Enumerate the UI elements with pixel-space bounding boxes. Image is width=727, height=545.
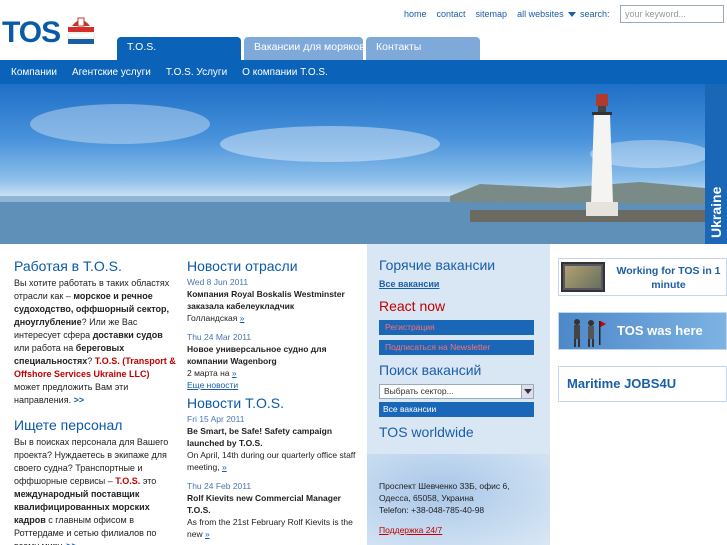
promo-label: Maritime JOBS4U bbox=[567, 376, 677, 391]
company-name: T.O.S. bbox=[115, 476, 141, 486]
working-at-tos-column: Работая в T.O.S. Вы хотите работать в та… bbox=[0, 244, 183, 545]
newsletter-button[interactable]: Подписаться на Newsletter bbox=[379, 340, 534, 355]
news-text: As from the 21st February Rolf Kievits i… bbox=[187, 516, 363, 540]
vacancy-search-heading: Поиск вакансий bbox=[379, 362, 482, 378]
ukraine-label-text: Ukraine bbox=[708, 186, 724, 238]
news-item: Thu 24 Feb 2011 Rolf Kievits new Commerc… bbox=[187, 481, 363, 540]
support-link[interactable]: Поддержка 24/7 bbox=[379, 524, 542, 536]
main-tabs: T.O.S. Вакансии для моряков Контакты bbox=[117, 37, 480, 60]
nav-companies[interactable]: Компании bbox=[11, 67, 57, 78]
news-title[interactable]: Новое универсальное судно для компании W… bbox=[187, 343, 363, 367]
chevron-down-icon bbox=[567, 12, 576, 18]
news-date: Fri 15 Apr 2011 bbox=[187, 414, 245, 424]
react-now-heading: React now bbox=[379, 298, 446, 314]
register-button[interactable]: Регистрация bbox=[379, 320, 534, 335]
hot-vacancies-heading: Горячие вакансии bbox=[379, 257, 496, 273]
nav-agency-services[interactable]: Агентские услуги bbox=[72, 67, 151, 78]
news-excerpt: Голландская bbox=[187, 313, 240, 323]
logo-text: TOS bbox=[2, 16, 61, 49]
search-input[interactable] bbox=[620, 5, 724, 23]
sector-select[interactable]: Выбрать сектор... bbox=[379, 384, 534, 399]
news-text: On April, 14th during our quarterly offi… bbox=[187, 449, 363, 473]
working-text: Вы хотите работать в таких областях отра… bbox=[14, 277, 177, 407]
news-item: Fri 15 Apr 2011 Be Smart, be Safe! Safet… bbox=[187, 414, 363, 473]
contact-link[interactable]: contact bbox=[437, 9, 466, 19]
news-read-more[interactable]: » bbox=[232, 368, 237, 378]
seeking-staff-text: Вы в поисках персонала для Вашего проект… bbox=[14, 436, 177, 545]
text-bold: доставки судов bbox=[92, 330, 163, 340]
office-address: Проспект Шевченко 33Б, офис 6, Одесса, 6… bbox=[379, 480, 542, 536]
all-websites-label: all websites bbox=[517, 9, 564, 19]
sub-navbar: Компании Агентские услуги T.O.S. Услуги … bbox=[0, 60, 727, 84]
industry-news-heading: Новости отрасли bbox=[187, 258, 298, 274]
hero-banner: Ukraine bbox=[0, 84, 727, 244]
maritime-jobs4u-banner[interactable]: Maritime JOBS4U bbox=[558, 366, 727, 402]
tos-was-here-banner[interactable]: TOS was here bbox=[558, 312, 727, 350]
news-read-more[interactable]: » bbox=[205, 529, 210, 539]
news-title[interactable]: Компания Royal Boskalis Westminster зака… bbox=[187, 288, 363, 312]
working-more-link[interactable]: >> bbox=[74, 395, 85, 405]
text-part: или работа на bbox=[14, 343, 76, 353]
tos-worldwide-heading: TOS worldwide bbox=[379, 424, 474, 440]
people-icon bbox=[574, 319, 606, 347]
tab-contacts[interactable]: Контакты bbox=[366, 37, 480, 60]
all-websites-link[interactable]: all websites bbox=[517, 9, 576, 19]
video-screen-icon bbox=[561, 262, 605, 292]
sitemap-link[interactable]: sitemap bbox=[476, 9, 508, 19]
news-title[interactable]: Rolf Kievits new Commercial Manager T.O.… bbox=[187, 492, 363, 516]
tos-logo[interactable]: TOS bbox=[2, 12, 98, 49]
search-label: search: bbox=[580, 9, 610, 19]
nav-tos-services[interactable]: T.O.S. Услуги bbox=[166, 67, 227, 78]
news-date: Wed 8 Jun 2011 bbox=[187, 277, 249, 287]
news-excerpt: On April, 14th during our quarterly offi… bbox=[187, 450, 356, 472]
more-news-link[interactable]: Еще новости bbox=[187, 380, 238, 390]
promo-column: Working for TOS in 1 minute TOS was here… bbox=[550, 244, 727, 545]
news-item: Thu 24 Mar 2011 Новое универсальное судн… bbox=[187, 332, 363, 391]
news-title[interactable]: Be Smart, be Safe! Safety campaign launc… bbox=[187, 425, 363, 449]
more-news-row: Еще новости bbox=[187, 379, 363, 391]
all-vacancies-button[interactable]: Все вакансии bbox=[379, 402, 534, 417]
seeking-staff-heading: Ищете персонал bbox=[14, 417, 123, 433]
working-heading: Работая в T.O.S. bbox=[14, 258, 122, 274]
text-part: может предложить Вам эти направления. bbox=[14, 382, 129, 405]
news-excerpt: 2 марта на bbox=[187, 368, 232, 378]
news-item: Wed 8 Jun 2011 Компания Royal Boskalis W… bbox=[187, 277, 363, 324]
text-part: это bbox=[140, 476, 157, 486]
sector-select-value: Выбрать сектор... bbox=[384, 386, 454, 396]
news-column: Новости отрасли Wed 8 Jun 2011 Компания … bbox=[183, 244, 367, 545]
all-vacancies-link[interactable]: Все вакансии bbox=[379, 279, 542, 289]
seeking-more-link[interactable]: >> bbox=[66, 541, 77, 545]
address-line: Проспект Шевченко 33Б, офис 6, bbox=[379, 481, 510, 491]
lighthouse-image bbox=[0, 94, 727, 244]
promo-label: Working for TOS in 1 minute bbox=[616, 265, 721, 291]
logo-flag-icon bbox=[67, 17, 95, 44]
address-line: Одесса, 65058, Украина bbox=[379, 493, 474, 503]
chevron-down-icon bbox=[521, 385, 533, 398]
text-part: ? bbox=[87, 356, 95, 366]
phone-number: Telefon: +38-048-785-40-98 bbox=[379, 505, 485, 515]
vacancies-sidebar: Горячие вакансии Все вакансии React now … bbox=[367, 244, 550, 545]
news-date: Thu 24 Feb 2011 bbox=[187, 481, 252, 491]
home-link[interactable]: home bbox=[404, 9, 427, 19]
news-excerpt: As from the 21st February Rolf Kievits i… bbox=[187, 517, 353, 539]
tab-vacancies[interactable]: Вакансии для моряков bbox=[244, 37, 365, 60]
tos-news-heading: Новости T.O.S. bbox=[187, 395, 284, 411]
news-date: Thu 24 Mar 2011 bbox=[187, 332, 252, 342]
news-read-more[interactable]: » bbox=[222, 462, 227, 472]
top-links: home contact sitemap all websites bbox=[404, 9, 586, 19]
nav-about-tos[interactable]: О компании T.O.S. bbox=[242, 67, 328, 78]
news-text: Голландская » bbox=[187, 312, 363, 324]
ukraine-label: Ukraine bbox=[705, 84, 727, 244]
tab-tos[interactable]: T.O.S. bbox=[117, 37, 241, 60]
news-read-more[interactable]: » bbox=[240, 313, 245, 323]
promo-label: TOS was here bbox=[617, 323, 703, 338]
working-for-tos-banner[interactable]: Working for TOS in 1 minute bbox=[558, 258, 727, 296]
news-text: 2 марта на » bbox=[187, 367, 363, 379]
